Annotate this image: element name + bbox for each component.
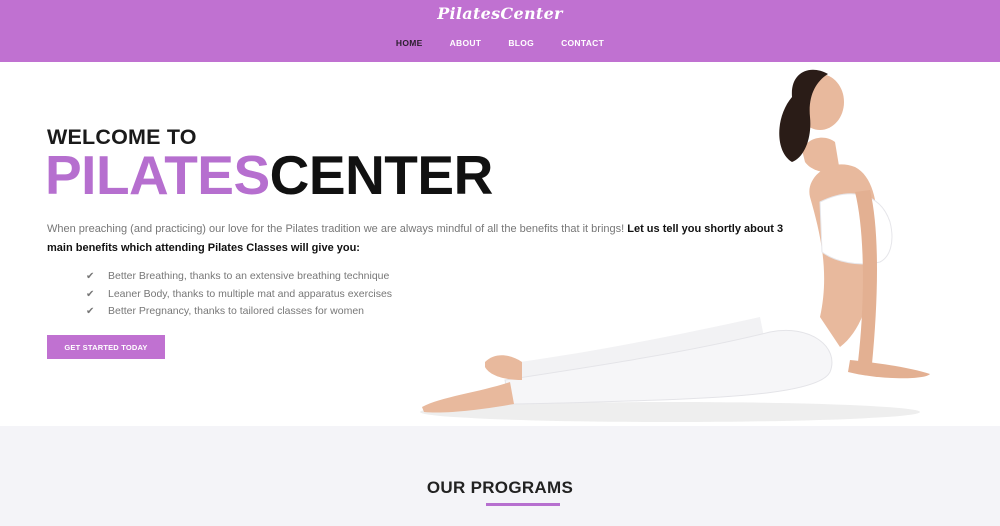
site-logo[interactable]: PilatesCenter	[0, 4, 1000, 23]
checkmark-icon: ✔	[86, 288, 95, 300]
programs-title: OUR PROGRAMS	[426, 478, 574, 497]
checkmark-icon: ✔	[86, 271, 95, 282]
get-started-button[interactable]: GET STARTED TODAY	[47, 335, 165, 359]
nav-contact[interactable]: CONTACT	[561, 38, 604, 48]
nav-about[interactable]: ABOUT	[450, 38, 482, 48]
hero-section: WELCOME TO PILATESCENTER When preaching …	[0, 62, 1000, 426]
benefit-item: ✔ Better Breathing, thanks to an extensiv…	[86, 268, 392, 286]
benefit-item: ✔ Better Pregnancy, thanks to tailored cl…	[86, 303, 392, 321]
nav-home[interactable]: HOME	[396, 38, 423, 48]
site-header: PilatesCenter HOME ABOUT BLOG CONTACT	[0, 0, 1000, 62]
benefit-item: ✔ Leaner Body, thanks to multiple mat and…	[86, 286, 392, 304]
brand-heading-pilates: PILATES	[45, 144, 270, 206]
main-nav: HOME ABOUT BLOG CONTACT	[0, 38, 1000, 48]
benefit-text: Leaner Body, thanks to multiple mat and …	[108, 287, 393, 300]
programs-section: OUR PROGRAMS	[0, 426, 1000, 526]
title-underline	[486, 503, 560, 506]
benefit-text: Better Breathing, thanks to an extensive…	[108, 270, 390, 282]
benefits-list: ✔ Better Breathing, thanks to an extensiv…	[86, 268, 392, 321]
benefit-text: Better Pregnancy, thanks to tailored cla…	[108, 305, 365, 317]
pilates-woman-image	[420, 69, 930, 422]
nav-blog[interactable]: BLOG	[508, 38, 534, 48]
checkmark-icon: ✔	[86, 306, 95, 317]
